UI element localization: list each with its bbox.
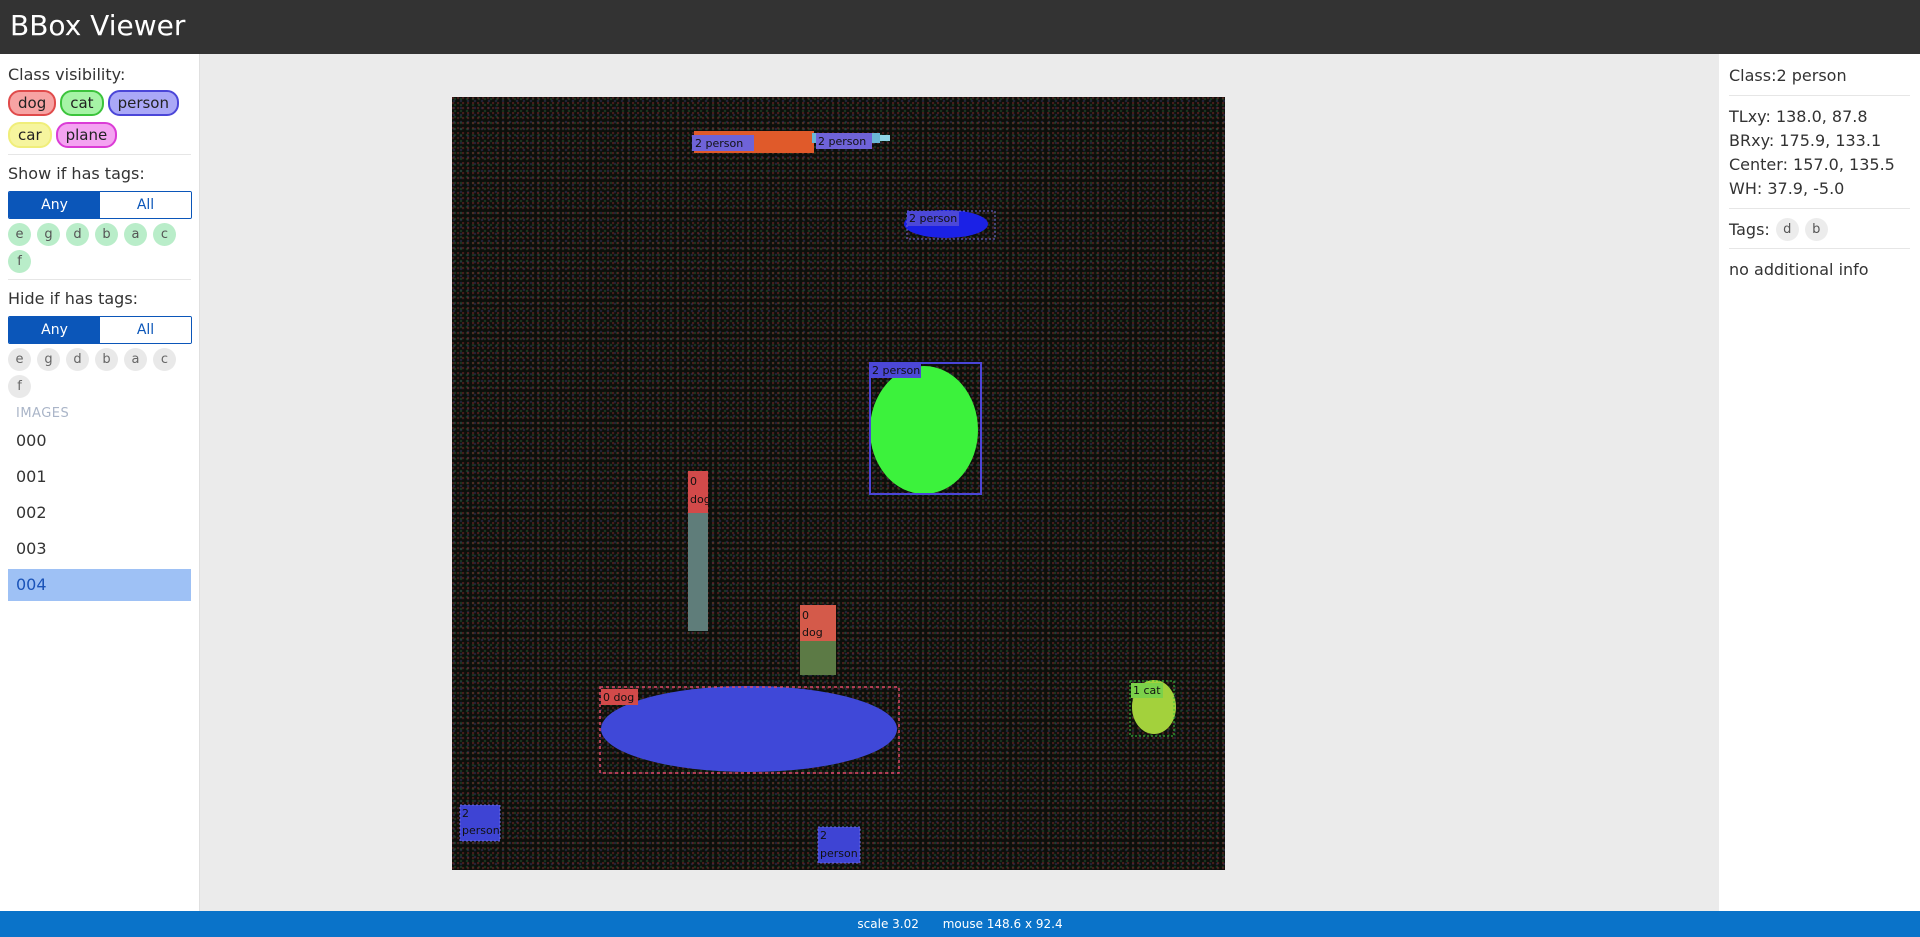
box-label: dog xyxy=(690,493,711,506)
box-label: 2 person xyxy=(818,135,866,148)
hide-tag-g[interactable]: g xyxy=(37,348,60,371)
detail-class: Class:2 person xyxy=(1729,66,1847,85)
hide-tag-c[interactable]: c xyxy=(153,348,176,371)
hide-tag-b[interactable]: b xyxy=(95,348,118,371)
divider xyxy=(1729,208,1910,209)
detail-center: Center: 157.0, 135.5 xyxy=(1729,155,1895,174)
show-tag-f[interactable]: f xyxy=(8,250,31,273)
sidebar: Class visibility: dog cat person car plane S… xyxy=(0,54,200,911)
show-mode-any-button[interactable]: Any xyxy=(9,192,100,218)
box-label: 0 dog xyxy=(603,691,634,704)
divider xyxy=(8,154,191,155)
hide-tag-list: egdbac f xyxy=(8,348,191,398)
divider xyxy=(8,279,191,280)
show-tag-b[interactable]: b xyxy=(95,223,118,246)
class-visibility-label: Class visibility: xyxy=(8,65,126,84)
image-canvas[interactable]: 2 person 2 person 2 person 2 person 0 do… xyxy=(452,97,1225,870)
box-label: 2 person xyxy=(872,364,920,377)
show-mode-all-button[interactable]: All xyxy=(100,192,191,218)
box-label: 0 xyxy=(690,475,697,488)
box-label: 2 person xyxy=(695,137,743,150)
shape-green-ellipse xyxy=(870,366,978,494)
image-item-003[interactable]: 003 xyxy=(8,533,191,565)
divider xyxy=(1729,95,1910,96)
annotation-overlay: 2 person 2 person 2 person 2 person 0 do… xyxy=(459,131,1176,864)
detail-tag-chip: d xyxy=(1775,218,1799,241)
show-tag-g[interactable]: g xyxy=(37,223,60,246)
box-label: dog xyxy=(802,626,823,639)
detail-tags: Tags: d b xyxy=(1729,218,1910,241)
class-pill-list: dog cat person car plane xyxy=(8,90,191,148)
show-tag-c[interactable]: c xyxy=(153,223,176,246)
box-label: 2 person xyxy=(909,212,957,225)
box-label: person xyxy=(820,847,858,860)
box-label: 0 xyxy=(802,609,809,622)
hide-if-tags-label: Hide if has tags: xyxy=(8,289,139,308)
divider xyxy=(1729,248,1910,249)
show-tag-d[interactable]: d xyxy=(66,223,89,246)
show-tag-e[interactable]: e xyxy=(8,223,31,246)
hide-mode-any-button[interactable]: Any xyxy=(9,317,100,343)
hide-tags-mode-toggle: Any All xyxy=(8,316,192,344)
hide-mode-all-button[interactable]: All xyxy=(100,317,191,343)
image-item-001[interactable]: 001 xyxy=(8,461,191,493)
image-item-002[interactable]: 002 xyxy=(8,497,191,529)
shape-cyan-tip xyxy=(880,135,890,141)
box-label: 2 xyxy=(462,807,469,820)
class-toggle-cat[interactable]: cat xyxy=(60,90,104,116)
hide-tag-a[interactable]: a xyxy=(124,348,147,371)
details-panel: Class:2 person TLxy: 138.0, 87.8 BRxy: 1… xyxy=(1719,54,1920,911)
image-item-004[interactable]: 004 xyxy=(8,569,191,601)
box-label: 2 xyxy=(820,829,827,842)
detail-tlxy: TLxy: 138.0, 87.8 xyxy=(1729,107,1868,126)
box-label: 1 cat xyxy=(1133,684,1161,697)
image-list: 000 001 002 003 004 xyxy=(8,425,191,601)
box-label: person xyxy=(462,824,500,837)
show-tag-a[interactable]: a xyxy=(124,223,147,246)
images-section-label: IMAGES xyxy=(16,406,70,421)
hide-tag-f[interactable]: f xyxy=(8,375,31,398)
class-toggle-dog[interactable]: dog xyxy=(8,90,57,116)
class-toggle-plane[interactable]: plane xyxy=(55,122,118,148)
status-scale: scale 3.02 xyxy=(857,917,919,931)
show-if-tags-label: Show if has tags: xyxy=(8,164,145,183)
class-toggle-car[interactable]: car xyxy=(8,122,52,148)
hide-tag-e[interactable]: e xyxy=(8,348,31,371)
status-mouse: mouse 148.6 x 92.4 xyxy=(942,917,1063,931)
show-tags-mode-toggle: Any All xyxy=(8,191,192,219)
image-item-000[interactable]: 000 xyxy=(8,425,191,457)
class-toggle-person[interactable]: person xyxy=(107,90,179,116)
detail-brxy: BRxy: 175.9, 133.1 xyxy=(1729,131,1882,150)
detail-tag-chip: b xyxy=(1804,218,1828,241)
detail-wh: WH: 37.9, -5.0 xyxy=(1729,179,1845,198)
show-tag-list: egdbac f xyxy=(8,223,191,273)
app-title: BBox Viewer xyxy=(10,9,186,42)
hide-tag-d[interactable]: d xyxy=(66,348,89,371)
shape-blue-big-ellipse xyxy=(601,686,897,772)
app-header: BBox Viewer xyxy=(0,0,1920,54)
detail-info: no additional info xyxy=(1729,260,1869,279)
tags-label: Tags: xyxy=(1729,220,1770,239)
status-bar: scale 3.02 mouse 148.6 x 92.4 xyxy=(0,911,1920,937)
